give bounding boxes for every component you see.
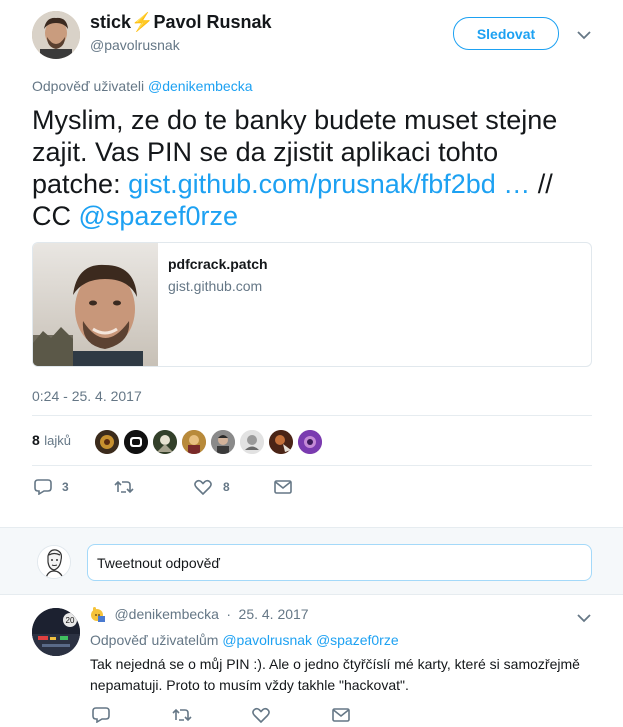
chevron-down-icon[interactable] <box>577 27 591 40</box>
author-avatar[interactable] <box>32 11 80 59</box>
heart-icon <box>252 707 270 723</box>
author-name[interactable]: stick⚡Pavol Rusnak <box>90 12 272 33</box>
svg-text:20: 20 <box>66 616 75 625</box>
reply-author-avatar[interactable]: 20 <box>32 608 80 656</box>
chevron-down-icon[interactable] <box>577 610 591 623</box>
divider <box>32 465 592 466</box>
likes-count: 8 <box>32 432 40 448</box>
liker-avatar[interactable] <box>269 430 293 454</box>
reply-to-line: Odpověď uživateli @denikembecka <box>32 78 253 94</box>
divider <box>32 415 592 416</box>
reply-action[interactable] <box>92 707 110 723</box>
reply-count: 3 <box>62 480 69 494</box>
liker-avatar[interactable] <box>95 430 119 454</box>
reply-icon <box>34 479 52 495</box>
retweet-icon <box>114 479 134 495</box>
reply-compose-area: Tweetnout odpověď <box>0 527 623 595</box>
likes-label: lajků <box>44 433 71 448</box>
liker-avatar[interactable] <box>153 430 177 454</box>
liker-avatar[interactable] <box>298 430 322 454</box>
retweet-action[interactable] <box>114 479 134 495</box>
reply-input-placeholder: Tweetnout odpověď <box>97 554 221 571</box>
author-avatar-image <box>32 11 80 59</box>
message-action[interactable] <box>274 480 292 494</box>
tweet-text: Myslim, ze do te banky budete muset stej… <box>32 104 592 232</box>
envelope-icon <box>332 708 350 722</box>
reply-mention-2[interactable]: @spazef0rze <box>316 632 399 648</box>
card-domain: gist.github.com <box>168 278 263 294</box>
liker-avatar[interactable] <box>182 430 206 454</box>
reply-to-mention[interactable]: @denikembecka <box>148 78 253 94</box>
message-action[interactable] <box>332 708 350 722</box>
card-title[interactable]: pdfcrack.patch <box>168 256 268 272</box>
reply-separator: · <box>226 606 232 622</box>
retweet-icon <box>172 707 192 723</box>
liker-avatar[interactable] <box>124 430 148 454</box>
reply-icon <box>92 707 110 723</box>
link-card[interactable]: pdfcrack.patch gist.github.com <box>32 242 592 367</box>
tweet-mention[interactable]: @spazef0rze <box>79 201 238 231</box>
envelope-icon <box>274 480 292 494</box>
likes-summary[interactable]: 8 lajků <box>32 432 71 450</box>
reply-mention-1[interactable]: @pavolrusnak <box>222 632 312 648</box>
heart-icon <box>194 479 212 495</box>
author-handle[interactable]: @pavolrusnak <box>90 37 180 53</box>
retweet-action[interactable] <box>172 707 192 723</box>
reply-to-prefix: Odpověď uživateli <box>32 78 145 94</box>
liker-avatar[interactable] <box>211 430 235 454</box>
reply-author-handle[interactable]: @denikembecka <box>114 606 219 622</box>
liker-avatars <box>95 430 335 454</box>
reply-input[interactable]: Tweetnout odpověď <box>87 544 592 581</box>
reply-date[interactable]: 25. 4. 2017 <box>239 606 309 622</box>
like-count: 8 <box>223 480 230 494</box>
like-action[interactable] <box>252 707 270 723</box>
tweet-link[interactable]: gist.github.com/prusnak/fbf2bd … <box>128 169 530 199</box>
card-thumbnail <box>33 243 158 366</box>
tweet-timestamp[interactable]: 0:24 - 25. 4. 2017 <box>32 388 142 404</box>
liker-avatar[interactable] <box>240 430 264 454</box>
follow-button[interactable]: Sledovat <box>453 17 559 50</box>
reply-text: Tak nejedná se o můj PIN :). Ale o jedno… <box>90 656 580 693</box>
reply-reply-to-line: Odpověď uživatelům @pavolrusnak @spazef0… <box>90 632 399 648</box>
emoji-icon <box>90 606 106 627</box>
reply-action[interactable]: 3 <box>34 479 69 495</box>
reply-reply-to-prefix: Odpověď uživatelům <box>90 632 219 648</box>
like-action[interactable]: 8 <box>194 479 230 495</box>
current-user-avatar[interactable] <box>37 545 71 579</box>
reply-header: @denikembecka · 25. 4. 2017 <box>90 606 309 627</box>
